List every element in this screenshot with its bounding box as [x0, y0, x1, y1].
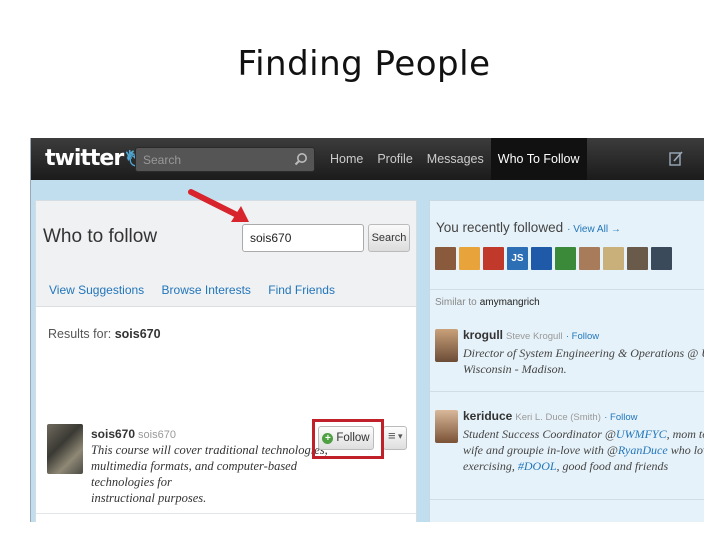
user-actions-dropdown[interactable]	[383, 426, 407, 450]
bio-text: Student Success Coordinator @	[463, 427, 616, 441]
recently-followed-label: You recently followed	[436, 220, 564, 235]
result-user-name[interactable]: sois670 sois670	[91, 427, 176, 441]
avatar[interactable]	[435, 247, 456, 270]
nav-profile[interactable]: Profile	[370, 138, 419, 180]
bio-text: who loves p	[670, 443, 704, 457]
similar-user[interactable]: amymangrich	[480, 297, 540, 308]
recently-followed-panel: You recently followed · View All → JS Sim…	[429, 200, 704, 522]
suggestion-bio: Student Success Coordinator @UWMFYC, mom…	[463, 426, 704, 474]
suggestion-screen-name: krogull	[463, 328, 504, 342]
bio-line: Director of System Engineering & Operati…	[463, 346, 704, 360]
avatar[interactable]	[435, 410, 458, 443]
logo-text: twitter	[45, 146, 124, 171]
suggestion-bio: Director of System Engineering & Operati…	[463, 345, 704, 377]
suggestion-name[interactable]: keriduce Keri L. Duce (Smith) · Follow	[463, 409, 638, 423]
avatar[interactable]	[627, 247, 648, 270]
follow-highlight-box	[312, 419, 384, 459]
bio-text: exercising,	[463, 459, 518, 473]
bio-line: exercising, #DOOL, good food and friends	[463, 458, 704, 474]
nav-who-to-follow[interactable]: Who To Follow	[490, 138, 587, 180]
top-navigation-bar: twitter🕊 Home Profile Messages Who To Fo…	[31, 138, 704, 180]
suggestion-real-name: Steve Krogull	[506, 331, 563, 342]
bio-text: , mom to Wy	[666, 427, 704, 441]
suggestion-screen-name: keriduce	[463, 409, 513, 423]
avatar[interactable]	[651, 247, 672, 270]
pointer-arrow	[188, 189, 249, 222]
avatar[interactable]: JS	[507, 247, 528, 270]
result-handle: sois670	[138, 429, 176, 441]
search-input[interactable]	[136, 148, 286, 171]
avatar[interactable]	[531, 247, 552, 270]
divider	[430, 289, 704, 290]
divider	[430, 499, 704, 500]
twitter-screenshot: twitter🕊 Home Profile Messages Who To Fo…	[30, 138, 704, 522]
avatar[interactable]	[555, 247, 576, 270]
recent-avatars: JS	[435, 247, 672, 270]
main-nav: Home Profile Messages Who To Follow	[323, 138, 587, 180]
view-all-link[interactable]: · View All →	[567, 224, 621, 235]
compose-tweet-icon[interactable]	[669, 150, 683, 166]
suggestion-follow-link[interactable]: · Follow	[566, 331, 599, 342]
avatar[interactable]	[483, 247, 504, 270]
suggestion-name[interactable]: krogull Steve Krogull · Follow	[463, 328, 599, 342]
recently-followed-title: You recently followed · View All →	[436, 220, 621, 235]
mention-link[interactable]: UWMFYC	[616, 427, 667, 441]
avatar[interactable]	[603, 247, 624, 270]
search-box	[135, 147, 315, 172]
bio-line: Student Success Coordinator @UWMFYC, mom…	[463, 426, 704, 442]
avatar[interactable]	[579, 247, 600, 270]
avatar[interactable]	[459, 247, 480, 270]
bio-text: , good food and friends	[556, 459, 669, 473]
who-to-follow-panel: Who to follow Search View Suggestions Br…	[35, 200, 417, 522]
slide-title: Finding People	[237, 44, 491, 84]
mention-link[interactable]: RyanDuce	[618, 443, 668, 457]
nav-home[interactable]: Home	[323, 138, 370, 180]
twitter-logo[interactable]: twitter🕊	[45, 146, 148, 171]
bio-line: wife and groupie in-love with @RyanDuce …	[463, 442, 704, 458]
hashtag-link[interactable]: #DOOL	[518, 459, 557, 473]
suggestion-real-name: Keri L. Duce (Smith)	[515, 412, 601, 423]
result-name: sois670	[91, 427, 136, 441]
bio-line: Wisconsin - Madison.	[463, 362, 567, 376]
bio-text: wife and groupie in-love with @	[463, 443, 618, 457]
search-icon[interactable]	[294, 152, 308, 166]
divider	[36, 513, 416, 514]
similar-prefix: Similar to	[435, 297, 477, 308]
bio-line: multimedia formats, and computer-based t…	[91, 459, 297, 489]
similar-to-label: Similar to amymangrich	[435, 297, 540, 308]
avatar[interactable]	[435, 329, 458, 362]
avatar[interactable]	[47, 424, 83, 474]
divider	[430, 391, 704, 392]
nav-messages[interactable]: Messages	[420, 138, 491, 180]
bio-line: instructional purposes.	[91, 491, 207, 505]
suggestion-follow-link[interactable]: · Follow	[604, 412, 637, 423]
